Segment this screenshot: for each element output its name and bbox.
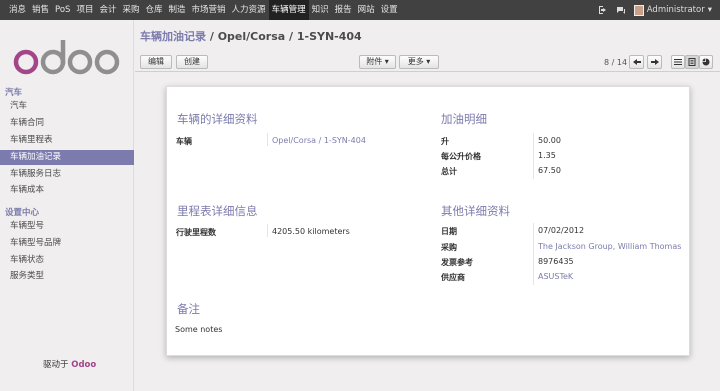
pager-next-button[interactable] [647,55,662,69]
menu-reporting[interactable]: 报告 [332,0,355,20]
field-divider [267,224,268,237]
odometer-label: 行驶里程数 [176,228,216,237]
field-divider [533,133,534,179]
menu-messages[interactable]: 消息 [6,0,29,20]
pager-previous-button[interactable] [629,55,644,69]
menu-marketing[interactable]: 市场营销 [189,0,229,20]
breadcrumb-fuel-logs[interactable]: 车辆加油记录 [140,30,206,43]
breadcrumb: 车辆加油记录 / Opel/Corsa / 1-SYN-404 [140,28,362,44]
notes-value[interactable]: Some notes [175,325,222,334]
powered-by: 驱动于 Odoo [43,358,96,370]
menu-settings[interactable]: 设置 [378,0,401,20]
sidebar-item-fuel-logs[interactable]: 车辆加油记录 [0,150,134,165]
price-per-liter-label: 每公升价格 [441,152,481,161]
user-menu[interactable]: Administrator ▾ [633,4,712,16]
vehicle-value[interactable]: Opel/Corsa / 1-SYN-404 [272,136,366,145]
sidebar-item-service-types[interactable]: 服务类型 [0,269,134,284]
attachment-button[interactable]: 附件 ▾ [359,55,396,69]
sidebar-item-service-logs[interactable]: 车辆服务日志 [0,167,134,182]
pager-value: 8 / 14 [604,58,628,67]
form-sheet: 车辆的详细资料 车辆 Opel/Corsa / 1-SYN-404 加油明细 升… [166,86,690,356]
arrow-right-icon [650,59,659,65]
menu-website[interactable]: 网站 [355,0,378,20]
date-label: 日期 [441,227,457,236]
sidebar-item-vehicle-status[interactable]: 车辆状态 [0,253,134,268]
sidebar-item-models[interactable]: 车辆型号 [0,219,134,234]
form-icon [688,58,696,66]
liter-label: 升 [441,137,449,146]
sidebar-item-costs[interactable]: 车辆成本 [0,183,134,198]
fuel-details-title: 加油明细 [441,112,487,126]
list-view-button[interactable] [671,55,685,69]
total-price-label: 总计 [441,167,457,176]
control-panel: 车辆加油记录 / Opel/Corsa / 1-SYN-404 编辑 创建 附件… [135,20,720,72]
menu-hr[interactable]: 人力资源 [229,0,269,20]
sidebar-item-vehicles[interactable]: 汽车 [0,99,134,114]
top-menu-bar: 消息 销售 PoS 项目 会计 采购 仓库 制造 市场营销 人力资源 车辆管理 … [0,0,720,20]
user-name: Administrator [646,5,705,15]
form-view-button[interactable] [685,55,699,69]
purchaser-value[interactable]: The Jackson Group, William Thomas [538,242,681,251]
form-view: 车辆的详细资料 车辆 Opel/Corsa / 1-SYN-404 加油明细 升… [135,73,720,391]
odometer-details-title: 里程表详细信息 [177,204,258,218]
breadcrumb-current: Opel/Corsa / 1-SYN-404 [217,30,362,43]
powered-by-brand[interactable]: Odoo [71,360,96,370]
powered-by-label: 驱动于 [43,360,69,370]
menu-sales[interactable]: 销售 [29,0,52,20]
create-button[interactable]: 创建 [176,55,208,69]
sidebar-section-config: 设置中心 [5,208,40,218]
price-per-liter-value[interactable]: 1.35 [538,151,556,160]
logout-icon[interactable] [598,5,608,15]
arrow-left-icon [632,59,641,65]
menu-warehouse[interactable]: 仓库 [143,0,166,20]
topbar-right: Administrator ▾ [598,0,712,20]
supplier-value[interactable]: ASUSTeK [538,272,573,281]
menu-knowledge[interactable]: 知识 [309,0,332,20]
sidebar-item-contracts[interactable]: 车辆合同 [0,116,134,131]
list-icon [674,59,682,65]
supplier-label: 供应商 [441,273,465,282]
avatar [633,4,644,16]
purchaser-label: 采购 [441,243,457,252]
liter-value[interactable]: 50.00 [538,136,561,145]
menu-pos[interactable]: PoS [52,0,73,20]
odometer-value[interactable]: 4205.50 kilometers [272,227,350,236]
sidebar-section-vehicles: 汽车 [5,88,23,98]
chevron-down-icon: ▾ [707,5,712,15]
invoice-ref-value[interactable]: 8976435 [538,257,574,266]
top-menu: 消息 销售 PoS 项目 会计 采购 仓库 制造 市场营销 人力资源 车辆管理 … [6,0,401,20]
edit-button[interactable]: 编辑 [140,55,172,69]
pie-chart-icon [702,58,710,66]
graph-view-button[interactable] [699,55,713,69]
field-divider [267,133,268,146]
other-details-title: 其他详细资料 [441,204,510,218]
menu-project[interactable]: 项目 [73,0,96,20]
invoice-ref-label: 发票参考 [441,258,473,267]
breadcrumb-separator: / [206,30,218,43]
odoo-logo[interactable] [12,32,122,82]
menu-purchase[interactable]: 采购 [119,0,142,20]
date-value[interactable]: 07/02/2012 [538,226,584,235]
chat-icon[interactable] [616,5,626,15]
total-price-value[interactable]: 67.50 [538,166,561,175]
vehicle-details-title: 车辆的详细资料 [177,112,258,126]
menu-fleet[interactable]: 车辆管理 [268,0,309,20]
field-divider [533,223,534,285]
sidebar-item-odometer[interactable]: 车辆里程表 [0,133,134,148]
menu-manufacturing[interactable]: 制造 [166,0,189,20]
notes-title: 备注 [177,302,200,316]
sidebar: 汽车 汽车 车辆合同 车辆里程表 车辆加油记录 车辆服务日志 车辆成本 设置中心… [0,20,134,391]
sidebar-item-model-brands[interactable]: 车辆型号品牌 [0,236,134,251]
menu-accounting[interactable]: 会计 [96,0,119,20]
vehicle-label: 车辆 [176,137,192,146]
more-button[interactable]: 更多 ▾ [399,55,439,69]
